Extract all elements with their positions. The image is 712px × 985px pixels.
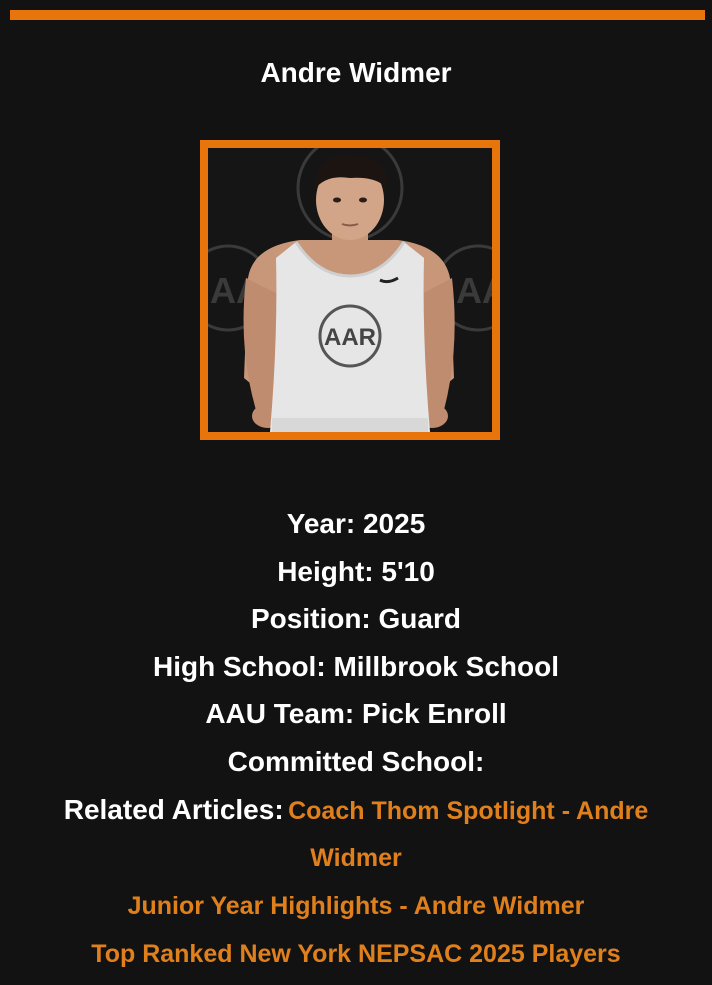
detail-value: Millbrook School xyxy=(333,650,559,682)
detail-label: Position: xyxy=(250,603,371,634)
detail-label: Committed School: xyxy=(227,745,485,777)
detail-value: Pick Enroll xyxy=(361,698,507,729)
detail-label: Height: xyxy=(277,555,374,587)
top-accent-bar xyxy=(10,10,705,20)
player-name-heading: Andre Widmer xyxy=(260,57,452,88)
related-articles-row: Junior Year Highlights - Andre Widmer xyxy=(0,882,712,930)
detail-value: 5'10 xyxy=(381,555,435,587)
detail-label: High School: xyxy=(153,650,326,682)
detail-value: Guard xyxy=(378,603,461,634)
player-photo-image: AA AA AAR xyxy=(208,148,492,432)
detail-height: Height: 5'10 xyxy=(0,548,712,596)
detail-label: AAU Team: xyxy=(205,698,355,729)
detail-high-school: High School: Millbrook School xyxy=(0,643,712,691)
related-articles-row: Widmer xyxy=(0,834,712,882)
article-link-coach-thom-spotlight-continued[interactable]: Widmer xyxy=(310,844,401,872)
article-link-coach-thom-spotlight[interactable]: Coach Thom Spotlight - Andre xyxy=(288,797,648,825)
detail-value: 2025 xyxy=(362,508,426,539)
svg-text:AA: AA xyxy=(456,270,492,311)
detail-position: Position: Guard xyxy=(0,595,712,643)
related-articles-row: Related Articles: Coach Thom Spotlight -… xyxy=(0,786,712,834)
svg-text:AAR: AAR xyxy=(324,324,376,351)
article-link-top-ranked-nepsac[interactable]: Top Ranked New York NEPSAC 2025 Players xyxy=(91,940,620,968)
detail-committed-school: Committed School: xyxy=(0,738,712,786)
related-articles-label: Related Articles: xyxy=(63,794,284,825)
detail-aau-team: AAU Team: Pick Enroll xyxy=(0,690,712,738)
related-articles: Related Articles: Coach Thom Spotlight -… xyxy=(0,786,712,978)
player-details: Year: 2025 Height: 5'10 Position: Guard … xyxy=(0,500,712,785)
detail-year: Year: 2025 xyxy=(0,500,712,548)
detail-label: Year: xyxy=(286,508,356,539)
article-link-junior-year-highlights[interactable]: Junior Year Highlights - Andre Widmer xyxy=(128,892,585,920)
related-articles-row: Top Ranked New York NEPSAC 2025 Players xyxy=(0,930,712,978)
player-photo: AA AA AAR xyxy=(200,140,500,440)
